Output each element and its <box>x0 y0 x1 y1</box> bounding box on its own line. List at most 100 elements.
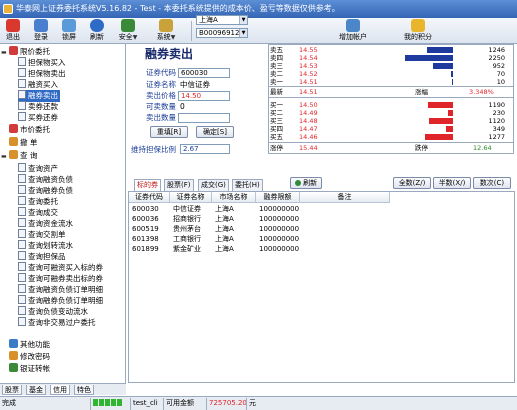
table-cell[interactable]: 601899 <box>129 244 159 254</box>
sell-level-3: 卖三 14.53 952 <box>270 62 505 70</box>
exit-button[interactable]: 退出 <box>2 19 24 43</box>
securities-table: 证券代码 证券名称 市场名称 融券限额 备注 600030 中信证券 上海A 1000… <box>128 191 515 383</box>
tree-item-other-functions[interactable]: 其他功能 <box>1 339 50 351</box>
table-cell[interactable]: 100000000 <box>256 224 299 234</box>
tree-tab-stocks[interactable]: 股票 <box>2 385 22 395</box>
sell-level-2: 卖二 14.52 70 <box>270 70 505 78</box>
table-cell[interactable] <box>300 244 303 254</box>
form-title: 融券卖出 <box>145 47 194 61</box>
table-cell[interactable]: 贵州茅台 <box>170 224 201 234</box>
table-cell[interactable]: 上海A <box>212 244 234 254</box>
page-icon <box>18 207 26 216</box>
login-button[interactable]: 登录 <box>30 19 52 43</box>
table-cell[interactable]: 中信证券 <box>170 204 201 214</box>
column-header[interactable]: 备注 <box>300 192 390 203</box>
page-icon <box>18 90 26 99</box>
tab-stocks[interactable]: 股票(F) <box>164 179 194 191</box>
table-cell[interactable]: 上海A <box>212 234 234 244</box>
tree-tab-featured[interactable]: 特色 <box>74 385 94 395</box>
table-cell[interactable]: 100000000 <box>256 214 299 224</box>
tab-orders[interactable]: 委托(H) <box>232 179 263 191</box>
price-label: 卖出价格 <box>146 91 176 100</box>
reset-button[interactable]: 重填[R] <box>150 126 188 138</box>
count-button[interactable]: 数次(C) <box>473 177 511 189</box>
tree-item-cancel[interactable]: 撤 单 <box>1 137 37 149</box>
code-input[interactable]: 600030 <box>178 68 230 78</box>
table-cell[interactable]: 600036 <box>129 214 159 224</box>
grid-refresh-button[interactable]: 刷新 <box>290 177 322 189</box>
cancel-icon <box>9 137 18 146</box>
account-select[interactable]: B00096912 ▼ <box>196 28 248 38</box>
column-header[interactable]: 证券名称 <box>170 192 212 203</box>
page-icon <box>18 306 26 315</box>
collapse-icon: ▬ <box>1 49 7 56</box>
volume-bar <box>429 118 453 124</box>
system-menu-button[interactable]: 系统▼ <box>152 19 180 43</box>
table-cell[interactable] <box>300 214 303 224</box>
page-icon <box>18 68 26 77</box>
chevron-down-icon: ▼ <box>239 16 247 24</box>
page-icon <box>18 262 26 271</box>
buy-level-3: 买三 14.48 1120 <box>270 117 505 125</box>
tree-item-query[interactable]: ▬ 查 询 <box>1 150 37 162</box>
table-cell[interactable]: 600519 <box>129 224 159 234</box>
table-cell[interactable]: 招商银行 <box>170 214 201 224</box>
column-header[interactable]: 证券代码 <box>129 192 170 203</box>
funds-unit: 元 <box>246 398 260 410</box>
table-cell[interactable]: 600030 <box>129 204 159 214</box>
table-cell[interactable]: 上海A <box>212 214 234 224</box>
status-bar: 完成 test_cli 可用金额 725705.20 元 <box>0 396 517 410</box>
sell-level-5: 卖五 14.55 1246 <box>270 46 505 54</box>
tree-item-query-non-trade-transfer[interactable]: 查询非交易过户委托 <box>18 317 96 329</box>
page-icon <box>18 295 26 304</box>
market-select[interactable]: 上海A ▼ <box>196 15 248 25</box>
table-cell[interactable]: 100000000 <box>256 204 299 214</box>
tree-tab-funds[interactable]: 基金 <box>26 385 46 395</box>
table-cell[interactable]: 上海A <box>212 204 234 214</box>
page-icon <box>18 218 26 227</box>
my-points-button[interactable]: 我的积分 <box>398 19 438 43</box>
buy-level-5: 买五 14.46 1277 <box>270 133 505 141</box>
volume-bar <box>433 63 453 69</box>
table-cell[interactable]: 100000000 <box>256 234 299 244</box>
table-cell[interactable]: 紫金矿业 <box>170 244 201 254</box>
tree-item-buy-return[interactable]: 买券还券 <box>18 112 58 124</box>
column-header[interactable]: 市场名称 <box>212 192 256 203</box>
all-quantity-button[interactable]: 全数(Z/) <box>393 177 431 189</box>
app-icon <box>3 4 13 14</box>
available-value: 0 <box>180 102 185 111</box>
quote-divider <box>269 97 513 98</box>
maintenance-ratio-value: 2.67 <box>180 144 230 154</box>
confirm-button[interactable]: 确定[S] <box>196 126 234 138</box>
tab-trades[interactable]: 成交(G) <box>198 179 229 191</box>
tree-item-market-order[interactable]: 市价委托 <box>1 124 50 136</box>
refresh-button[interactable]: 刷新 <box>86 19 108 43</box>
tab-target-securities[interactable]: 标的券 <box>134 179 161 191</box>
lock-screen-button[interactable]: 锁屏 <box>58 19 80 43</box>
security-menu-button[interactable]: 安全▼ <box>114 19 142 43</box>
tree-tab-credit[interactable]: 信用 <box>50 385 70 395</box>
tree-item-bank-transfer[interactable]: 银证转帐 <box>1 363 50 375</box>
quantity-input[interactable] <box>178 113 230 123</box>
page-icon <box>18 196 26 205</box>
system-icon <box>159 19 173 32</box>
folder-icon <box>9 46 18 55</box>
table-cell[interactable] <box>300 234 303 244</box>
half-quantity-button[interactable]: 半数(X/) <box>433 177 471 189</box>
price-input[interactable]: 14.50 <box>178 91 230 101</box>
table-cell[interactable] <box>300 224 303 234</box>
volume-bar <box>452 79 453 85</box>
volume-bar <box>446 126 453 132</box>
table-cell[interactable]: 上海A <box>212 224 234 234</box>
table-cell[interactable] <box>300 204 303 214</box>
table-cell[interactable]: 100000000 <box>256 244 299 254</box>
table-cell[interactable]: 工商银行 <box>170 234 201 244</box>
key-icon <box>9 351 18 360</box>
name-value: 中信证券 <box>180 80 210 89</box>
table-cell[interactable]: 601398 <box>129 234 159 244</box>
add-account-button[interactable]: 增加帐户 <box>333 19 373 43</box>
tree-item-change-password[interactable]: 修改密码 <box>1 351 50 363</box>
page-icon <box>18 284 26 293</box>
column-header[interactable]: 融券限额 <box>256 192 300 203</box>
function-tree: ▬ 限价委托 担保物买入 担保物卖出 融资买入 融券卖出 卖券还款 买券还券 市价… <box>0 44 126 383</box>
